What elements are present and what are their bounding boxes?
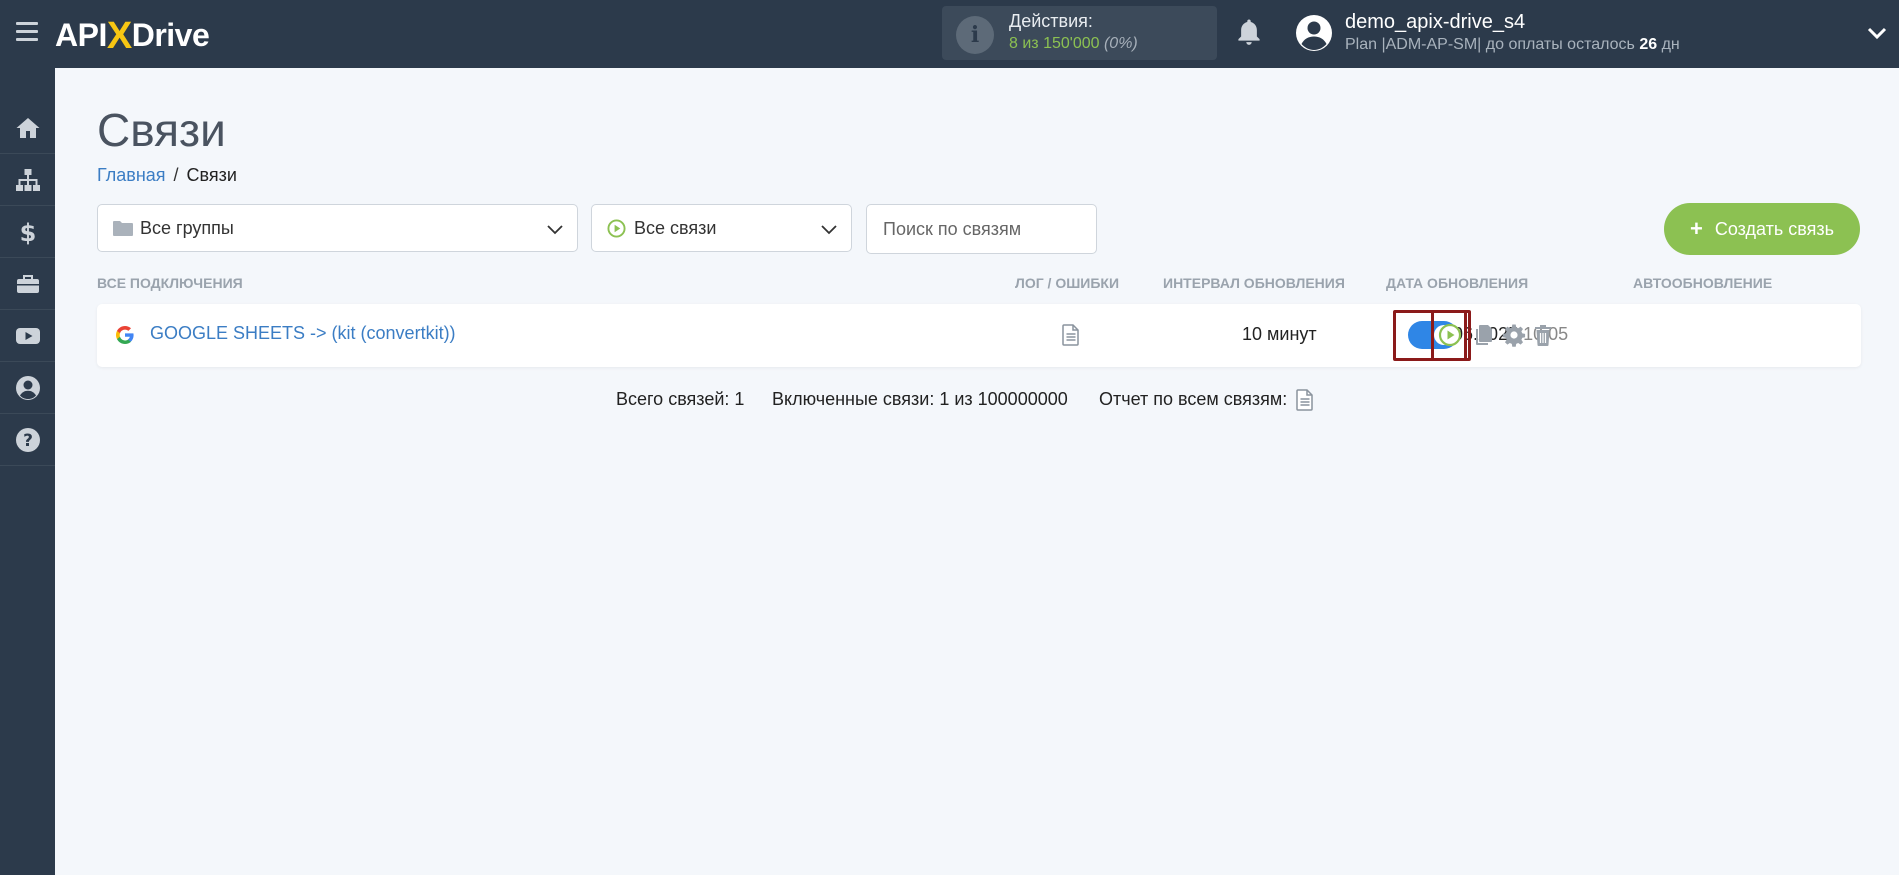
header-auto-update: АВТООБНОВЛЕНИЕ bbox=[1633, 275, 1773, 291]
copy-icon[interactable] bbox=[1474, 323, 1494, 347]
actions-counter[interactable]: i Действия: 8 из 150'000 (0%) bbox=[942, 6, 1217, 60]
user-icon bbox=[15, 376, 40, 400]
create-connection-label: Создать связь bbox=[1714, 218, 1834, 239]
page-title: Связи bbox=[97, 104, 226, 156]
report-label: Отчет по всем связям: bbox=[1099, 389, 1288, 409]
dollar-icon: $ bbox=[19, 219, 36, 245]
sidebar-item-help[interactable]: ? bbox=[0, 415, 55, 466]
google-icon bbox=[116, 326, 134, 344]
breadcrumb-home-link[interactable]: Главная bbox=[97, 165, 166, 185]
help-icon: ? bbox=[15, 428, 40, 452]
breadcrumb-separator: / bbox=[173, 165, 179, 185]
logo-x-text: X bbox=[106, 15, 132, 57]
play-circle-icon bbox=[607, 219, 626, 238]
chevron-down-icon[interactable] bbox=[1866, 24, 1888, 42]
enabled-connections: Включенные связи: 1 из 100000000 bbox=[772, 389, 1068, 409]
table-row: GOOGLE SHEETS -> (kit (convertkit)) 10 м… bbox=[97, 304, 1861, 367]
logo-api-text: API bbox=[55, 17, 107, 53]
plan-days: 26 bbox=[1639, 36, 1658, 53]
status-select-value: Все связи bbox=[634, 218, 717, 238]
logo[interactable]: APIXDrive bbox=[55, 13, 210, 57]
groups-select[interactable]: Все группы bbox=[97, 204, 578, 252]
groups-select-value: Все группы bbox=[140, 218, 234, 238]
plan-text: Plan |ADM-AP-SM| до оплаты осталось bbox=[1345, 36, 1640, 53]
youtube-icon bbox=[15, 328, 40, 344]
sidebar-item-home[interactable] bbox=[0, 103, 55, 154]
status-select[interactable]: Все связи bbox=[591, 204, 852, 252]
folder-icon bbox=[113, 221, 133, 236]
sidebar: $ ? bbox=[0, 68, 55, 875]
svg-text:$: $ bbox=[19, 219, 36, 245]
breadcrumb: Главная / Связи bbox=[97, 165, 237, 186]
home-icon bbox=[16, 118, 39, 138]
logo-drive-text: Drive bbox=[131, 17, 210, 53]
search-input[interactable] bbox=[866, 204, 1097, 254]
header-log: ЛОГ / ОШИБКИ bbox=[1015, 275, 1120, 291]
chevron-down-icon bbox=[547, 225, 563, 235]
menu-icon[interactable] bbox=[16, 22, 38, 42]
plan-days-unit: дн bbox=[1657, 36, 1680, 53]
plan-info: Plan |ADM-AP-SM| до оплаты осталось 26 д… bbox=[1345, 36, 1680, 54]
trash-icon[interactable] bbox=[1533, 323, 1553, 347]
info-icon: i bbox=[956, 16, 994, 54]
sitemap-icon bbox=[15, 169, 40, 191]
bell-icon[interactable] bbox=[1234, 17, 1264, 49]
avatar-icon[interactable] bbox=[1295, 14, 1333, 52]
connection-name-link[interactable]: GOOGLE SHEETS -> (kit (convertkit)) bbox=[150, 323, 456, 344]
log-document-icon[interactable] bbox=[1062, 324, 1080, 346]
plus-icon: + bbox=[1689, 216, 1703, 241]
actions-percent: (0%) bbox=[1103, 35, 1138, 52]
actions-label: Действия: bbox=[1009, 11, 1093, 31]
gear-icon[interactable] bbox=[1502, 323, 1526, 347]
svg-text:?: ? bbox=[23, 431, 33, 451]
sidebar-item-connections[interactable] bbox=[0, 155, 55, 206]
sidebar-item-video[interactable] bbox=[0, 311, 55, 362]
total-connections: Всего связей: 1 bbox=[616, 389, 745, 409]
username[interactable]: demo_apix-drive_s4 bbox=[1345, 11, 1525, 34]
actions-value: 8 из 150'000 (0%) bbox=[1009, 35, 1138, 53]
create-connection-button[interactable]: + Создать связь bbox=[1664, 203, 1860, 255]
play-circle-icon[interactable] bbox=[1438, 323, 1462, 347]
report-document-icon[interactable] bbox=[1296, 389, 1314, 411]
header-date: ДАТА ОБНОВЛЕНИЯ bbox=[1386, 275, 1529, 291]
main-content: Связи Главная / Связи Все группы Все связи… bbox=[55, 68, 1899, 875]
chevron-down-icon bbox=[821, 225, 837, 235]
sidebar-item-profile[interactable] bbox=[0, 363, 55, 414]
top-bar: APIXDrive i Действия: 8 из 150'000 (0%) … bbox=[0, 0, 1899, 68]
briefcase-icon bbox=[16, 275, 39, 293]
breadcrumb-current: Связи bbox=[186, 165, 237, 185]
sidebar-item-projects[interactable] bbox=[0, 259, 55, 310]
actions-count: 8 из 150'000 bbox=[1009, 35, 1100, 52]
header-interval: ИНТЕРВАЛ ОБНОВЛЕНИЯ bbox=[1163, 275, 1345, 291]
update-interval: 10 минут bbox=[1242, 324, 1317, 344]
header-connections: ВСЕ ПОДКЛЮЧЕНИЯ bbox=[97, 275, 243, 291]
sidebar-item-billing[interactable]: $ bbox=[0, 207, 55, 258]
